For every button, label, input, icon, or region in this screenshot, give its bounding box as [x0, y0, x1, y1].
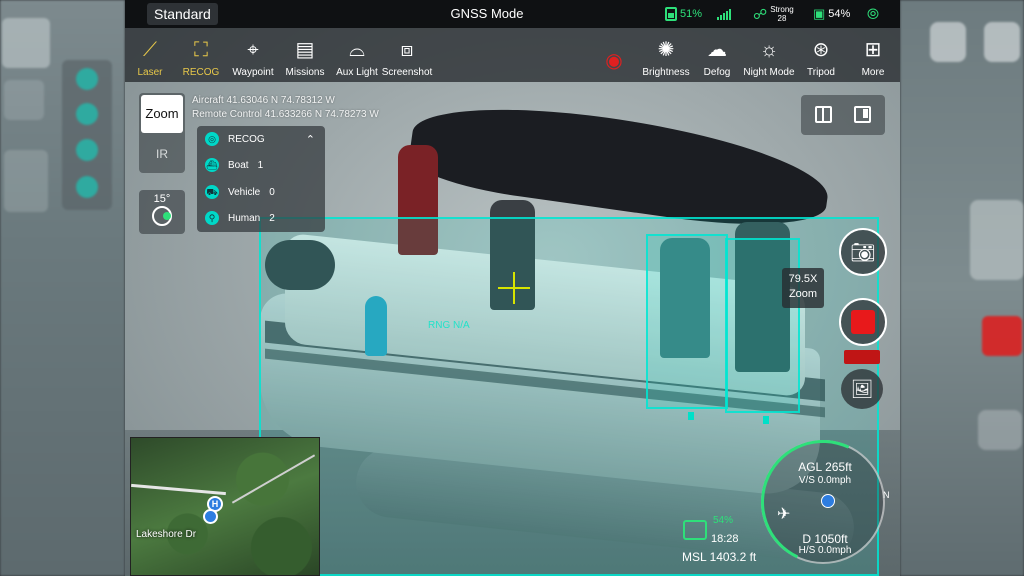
left-background	[0, 0, 125, 576]
vehicle-icon: ⛟	[205, 185, 219, 199]
signal-strength	[717, 0, 731, 28]
flight-time: 18:28	[711, 533, 739, 545]
waypoint-icon: ⌖	[247, 39, 259, 61]
record-toggle-button[interactable]: ◉	[584, 28, 644, 82]
chevron-up-icon[interactable]: ⌃	[306, 133, 315, 146]
range-readout: RNG N/A	[428, 320, 470, 331]
rc-battery: 51%	[665, 0, 702, 28]
view-layout-panel	[801, 95, 885, 135]
drone-position-icon	[203, 509, 218, 524]
aux-light-icon: ⌓	[349, 39, 365, 61]
boat-icon: ⛴	[205, 158, 219, 172]
waypoint-button[interactable]: ⌖ Waypoint	[223, 28, 283, 82]
status-bar: Standard GNSS Mode 51% ☍ Strong 28 ▣ 54%…	[125, 0, 900, 28]
defog-icon: ☁	[707, 39, 727, 61]
laser-icon: ⟋	[143, 39, 157, 61]
recog-header[interactable]: ◎ RECOG	[205, 129, 265, 149]
night-mode-icon: ☼	[759, 39, 779, 61]
missions-button[interactable]: ▤ Missions	[275, 28, 335, 82]
screenshot-button[interactable]: ⧈ Screenshot	[377, 28, 437, 82]
recog-row-boat[interactable]: ⛴ Boat 1	[205, 155, 263, 175]
more-button[interactable]: ⊞ More	[843, 28, 900, 82]
street-label: Lakeshore Dr	[136, 529, 197, 540]
pip-view-icon[interactable]	[854, 106, 871, 123]
horizontal-speed: H/S 0.0mph	[798, 545, 852, 556]
defog-button[interactable]: ☁ Defog	[687, 28, 747, 82]
home-direction-icon	[821, 494, 835, 508]
drone-camera-view[interactable]: RNG N/A Standard GNSS Mode 51% ☍ Strong …	[125, 0, 900, 576]
camera-icon: 📷︎	[850, 241, 876, 264]
remote-coordinates: Remote Control 41.633266 N 74.78273 W	[192, 109, 379, 120]
drone-battery: ▣ 54%	[813, 6, 851, 21]
more-icon: ⊞	[864, 39, 882, 61]
record-icon: ◉	[605, 50, 623, 72]
brightness-icon: ✺	[657, 39, 675, 61]
record-video-button[interactable]	[839, 298, 887, 346]
right-background	[900, 0, 1024, 576]
take-photo-button[interactable]: 📷︎	[839, 228, 887, 276]
gimbal-dial-icon	[152, 206, 172, 226]
msl-altitude: MSL 1403.2 ft	[682, 550, 757, 564]
zoom-level-tag: 79.5X Zoom	[782, 268, 824, 308]
camera-source-panel: Zoom IR	[139, 93, 185, 173]
split-view-icon[interactable]	[815, 106, 832, 123]
gnss-mode: GNSS Mode	[450, 6, 524, 21]
aircraft-coordinates: Aircraft 41.63046 N 74.78312 W	[192, 95, 335, 106]
battery-icon	[665, 7, 677, 21]
radar-icon[interactable]: ⦾	[867, 0, 879, 28]
gallery-icon: 🖼︎	[850, 378, 874, 399]
missions-icon: ▤	[295, 39, 315, 61]
signal-bars-icon	[717, 8, 731, 20]
vertical-speed: V/S 0.0mph	[798, 475, 852, 486]
human-detection-box	[646, 234, 728, 409]
rc-signal-icon	[683, 520, 707, 540]
agl-altitude: AGL 265ft	[798, 460, 852, 474]
satellite-icon: ☍	[753, 5, 768, 22]
attitude-indicator: AGL 265ft V/S 0.0mph ✈ D 1050ft H/S 0.0m…	[743, 422, 900, 576]
coordinates-readout: Aircraft 41.63046 N 74.78312 W Remote Co…	[192, 94, 379, 122]
gallery-button[interactable]: 🖼︎	[841, 369, 883, 409]
recog-panel: ◎ RECOG ⌃ ⛴ Boat 1 ⛟ Vehicle 0 ⚲ Human 2	[197, 126, 325, 232]
aircraft-icon: ✈	[777, 506, 791, 523]
screenshot-icon: ⧈	[400, 39, 414, 61]
minimap[interactable]: H Lakeshore Dr	[130, 437, 320, 576]
north-indicator: N	[883, 490, 890, 500]
ir-camera-button[interactable]: IR	[141, 139, 183, 169]
recog-button[interactable]: ⛶ RECOG	[171, 28, 231, 82]
record-timer	[844, 350, 880, 364]
zoom-camera-button[interactable]: Zoom	[141, 95, 183, 133]
link-quality: ☍ Strong 28	[753, 5, 794, 23]
tripod-button[interactable]: ⊛ Tripod	[791, 28, 851, 82]
flight-mode-selector[interactable]: Standard	[147, 3, 218, 25]
center-crosshair	[498, 272, 530, 304]
recog-icon: ⛶	[194, 39, 208, 61]
gimbal-angle-button[interactable]: 15°	[139, 190, 185, 234]
toolbar: ⟋ Laser ⛶ RECOG ⌖ Waypoint ▤ Missions ⌓ …	[125, 28, 900, 82]
tripod-icon: ⊛	[812, 39, 830, 61]
human-detection-box	[725, 238, 800, 413]
recog-row-vehicle[interactable]: ⛟ Vehicle 0	[205, 182, 275, 202]
recog-row-human[interactable]: ⚲ Human 2	[205, 208, 275, 228]
human-icon: ⚲	[205, 211, 219, 225]
drone-battery-icon: ▣	[813, 6, 826, 21]
distance-readout: D 1050ft	[802, 532, 848, 546]
stop-record-icon	[851, 310, 875, 334]
recog-target-icon: ◎	[205, 132, 219, 146]
night-mode-button[interactable]: ☼ Night Mode	[739, 28, 799, 82]
